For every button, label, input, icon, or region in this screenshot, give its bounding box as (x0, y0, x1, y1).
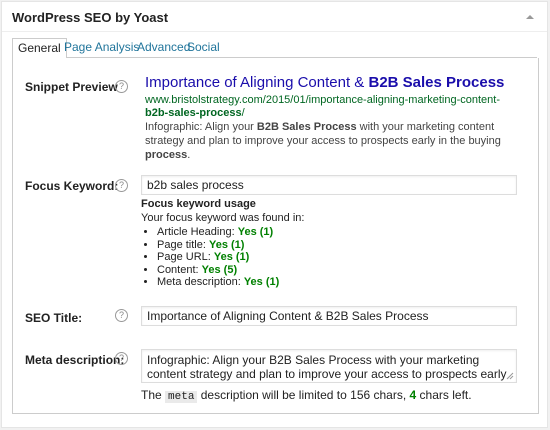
seo-title-label: SEO Title: (25, 311, 83, 325)
usage-item-label: Content: (157, 263, 202, 276)
metabox-title: WordPress SEO by Yoast (12, 10, 169, 25)
usage-item-value: Yes (5) (201, 263, 238, 276)
usage-item-label: Page URL: (157, 251, 214, 263)
snippet-url-text: www.bristolstrategy.com/2015/01/importan… (145, 94, 501, 106)
list-item: Page URL: Yes (1) (157, 251, 501, 264)
usage-item-value: Yes (1) (243, 276, 280, 288)
snippet-desc-keyword: B2B Sales Process (256, 121, 357, 133)
meta-code: meta (165, 391, 198, 403)
usage-item-label: Meta description: (157, 276, 244, 288)
resize-handle-icon[interactable] (506, 372, 514, 380)
help-icon[interactable]: ? (115, 352, 128, 365)
usage-list: Article Heading: Yes (1) Page title: Yes… (141, 226, 501, 289)
snippet-title: Importance of Aligning Content & B2B Sal… (145, 74, 504, 91)
usage-item-label: Article Heading: (157, 226, 238, 238)
snippet-title-keyword: B2B Sales Process (368, 74, 505, 91)
meta-description-label: Meta description: (25, 353, 125, 367)
snippet-desc-text: . (187, 149, 191, 161)
usage-item-label: Page title: (157, 238, 209, 251)
focus-keyword-usage: Focus keyword usage Your focus keyword w… (141, 198, 501, 289)
usage-found-text: Your focus keyword was found in: (141, 212, 305, 224)
tab-bar: General Page Analysis Advanced Social (12, 38, 537, 59)
tab-social[interactable]: Social (182, 38, 225, 58)
meta-description-text: Infographic: Align your B2B Sales Proces… (147, 353, 507, 382)
snippet-desc-keyword: process (145, 149, 188, 161)
usage-item-value: Yes (1) (237, 226, 274, 238)
usage-item-value: Yes (1) (208, 238, 245, 251)
snippet-desc-text: Infographic: Align your (145, 121, 257, 133)
yoast-seo-metabox: WordPress SEO by Yoast General Page Anal… (1, 1, 548, 428)
help-icon[interactable]: ? (115, 309, 128, 322)
collapse-arrow-icon[interactable] (523, 10, 537, 24)
list-item: Article Heading: Yes (1) (157, 226, 501, 239)
meta-length-notice: The meta description will be limited to … (141, 388, 472, 403)
help-icon[interactable]: ? (115, 179, 128, 192)
snippet-url-keyword: b2b-sales-process (145, 107, 242, 119)
usage-heading: Focus keyword usage (141, 198, 256, 210)
limit-text: The (141, 388, 166, 402)
list-item: Meta description: Yes (1) (157, 276, 501, 289)
focus-keyword-label: Focus Keyword: (25, 179, 119, 193)
snippet-url: www.bristolstrategy.com/2015/01/importan… (145, 94, 515, 120)
metabox-header[interactable]: WordPress SEO by Yoast (2, 2, 547, 32)
limit-text: description will be limited to 156 chars… (197, 388, 410, 402)
snippet-description: Infographic: Align your B2B Sales Proces… (145, 120, 520, 162)
list-item: Content: Yes (5) (157, 264, 501, 277)
list-item: Page title: Yes (1) (157, 239, 501, 252)
seo-title-input[interactable] (141, 306, 517, 326)
snippet-preview-label: Snippet Preview (25, 80, 118, 94)
limit-text: chars left. (416, 388, 472, 402)
snippet-url-suffix: / (241, 107, 245, 119)
snippet-title-text: Importance of Aligning Content & (145, 74, 369, 91)
usage-item-value: Yes (1) (213, 251, 250, 263)
focus-keyword-input[interactable] (141, 175, 517, 195)
meta-description-textarea[interactable]: Infographic: Align your B2B Sales Proces… (141, 349, 517, 383)
help-icon[interactable]: ? (115, 80, 128, 93)
general-panel: Snippet Preview ? Importance of Aligning… (12, 58, 539, 414)
